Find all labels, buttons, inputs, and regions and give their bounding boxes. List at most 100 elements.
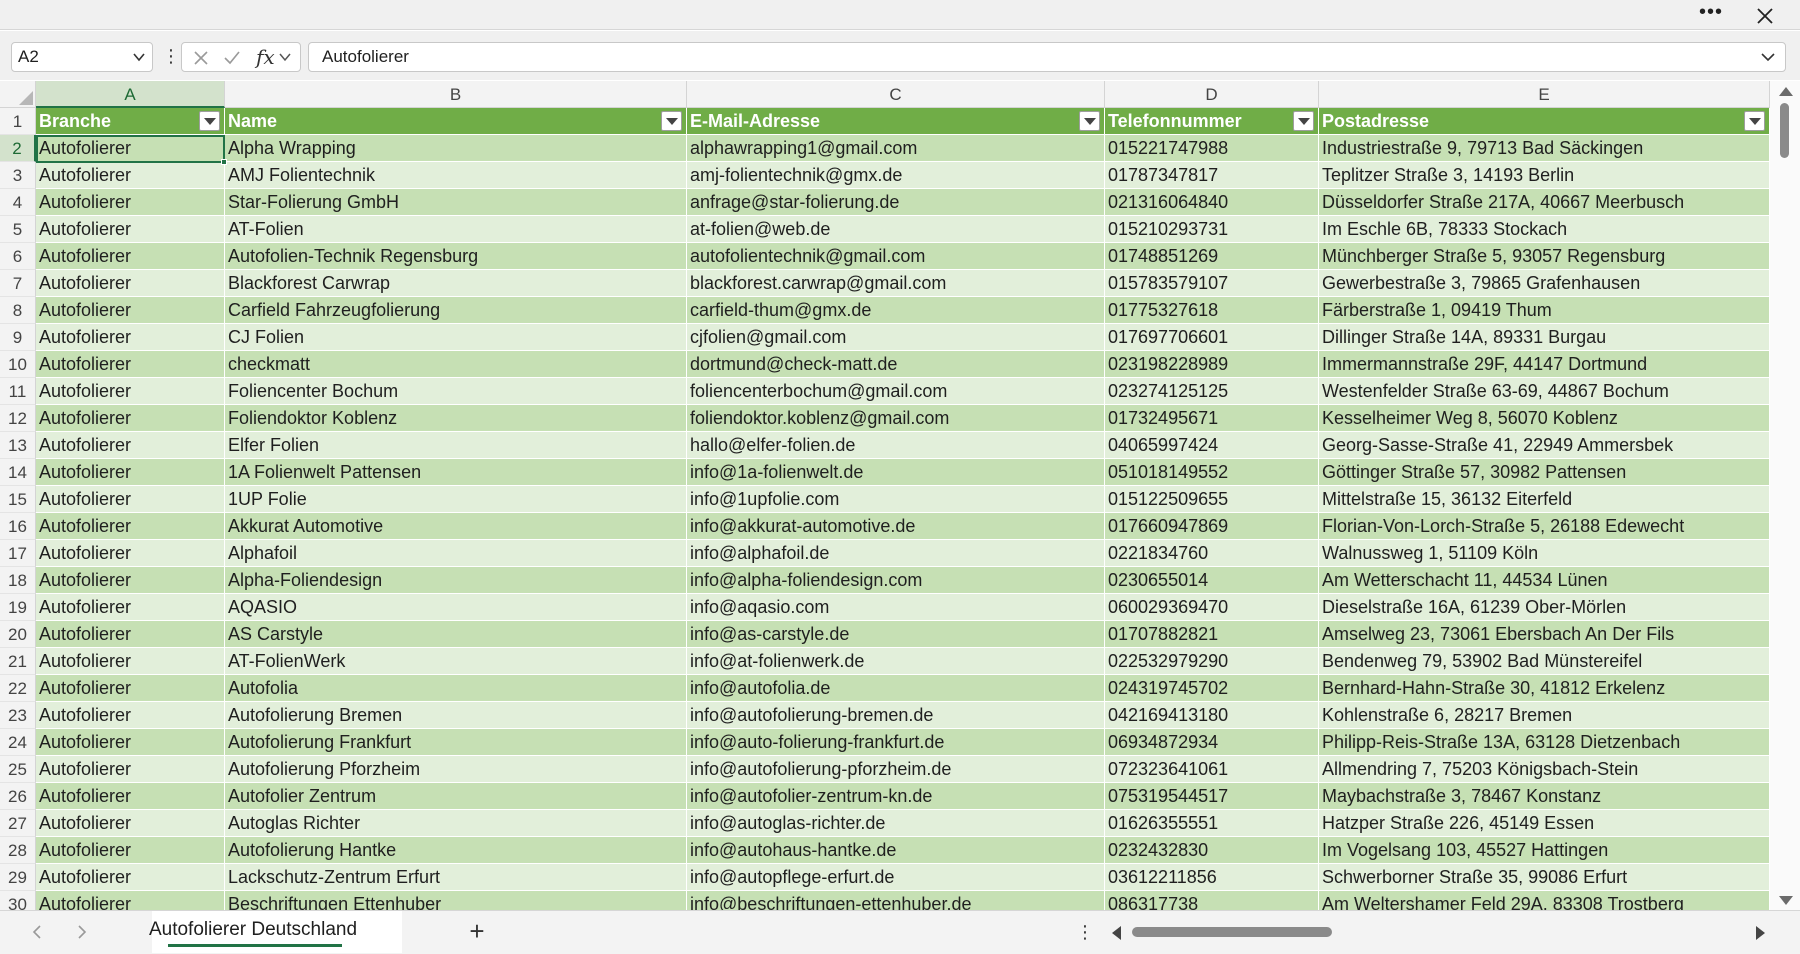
table-cell[interactable]: 06934872934	[1105, 729, 1319, 756]
table-cell[interactable]: amj-folientechnik@gmx.de	[687, 162, 1105, 189]
row-header[interactable]: 22	[0, 675, 36, 702]
table-cell[interactable]: 060029369470	[1105, 594, 1319, 621]
table-cell[interactable]: Allmendring 7, 75203 Königsbach-Stein	[1319, 756, 1770, 783]
table-cell[interactable]: Autofolierer	[36, 459, 225, 486]
table-cell[interactable]: hallo@elfer-folien.de	[687, 432, 1105, 459]
table-cell[interactable]: Autofolierer	[36, 864, 225, 891]
row-header[interactable]: 24	[0, 729, 36, 756]
table-cell[interactable]: info@autoglas-richter.de	[687, 810, 1105, 837]
column-header-e[interactable]: E	[1319, 81, 1770, 108]
table-cell[interactable]: Mittelstraße 15, 36132 Eiterfeld	[1319, 486, 1770, 513]
chevron-down-icon[interactable]	[278, 50, 292, 64]
row-header[interactable]: 7	[0, 270, 36, 297]
table-cell[interactable]: Autofolierer	[36, 432, 225, 459]
row-header[interactable]: 20	[0, 621, 36, 648]
table-cell[interactable]: Industriestraße 9, 79713 Bad Säckingen	[1319, 135, 1770, 162]
vertical-scrollbar[interactable]	[1770, 81, 1800, 910]
row-header[interactable]: 28	[0, 837, 36, 864]
formula-input[interactable]: Autofolierer	[308, 42, 1786, 72]
table-cell[interactable]: alphawrapping1@gmail.com	[687, 135, 1105, 162]
table-cell[interactable]: AT-FolienWerk	[225, 648, 687, 675]
column-header-d[interactable]: D	[1105, 81, 1319, 108]
table-cell[interactable]: info@autofolia.de	[687, 675, 1105, 702]
table-cell[interactable]: 042169413180	[1105, 702, 1319, 729]
scroll-down-icon[interactable]	[1779, 896, 1793, 905]
column-header-c[interactable]: C	[687, 81, 1105, 108]
table-cell[interactable]: Hatzper Straße 226, 45149 Essen	[1319, 810, 1770, 837]
table-cell[interactable]: Autofolierer	[36, 324, 225, 351]
row-header[interactable]: 25	[0, 756, 36, 783]
add-sheet-button[interactable]: +	[464, 918, 490, 945]
table-cell[interactable]: 017660947869	[1105, 513, 1319, 540]
table-cell[interactable]: Autofolierer	[36, 270, 225, 297]
table-cell[interactable]: anfrage@star-folierung.de	[687, 189, 1105, 216]
table-cell[interactable]: checkmatt	[225, 351, 687, 378]
row-header[interactable]: 13	[0, 432, 36, 459]
table-cell[interactable]: Walnussweg 1, 51109 Köln	[1319, 540, 1770, 567]
header-cell-name[interactable]: Name	[225, 108, 687, 135]
table-cell[interactable]: Foliencenter Bochum	[225, 378, 687, 405]
table-cell[interactable]: AMJ Folientechnik	[225, 162, 687, 189]
table-cell[interactable]: 04065997424	[1105, 432, 1319, 459]
row-header[interactable]: 12	[0, 405, 36, 432]
table-cell[interactable]: dortmund@check-matt.de	[687, 351, 1105, 378]
table-cell[interactable]: Autofolierer	[36, 243, 225, 270]
table-cell[interactable]: Autofolierer	[36, 702, 225, 729]
table-cell[interactable]: Westenfelder Straße 63-69, 44867 Bochum	[1319, 378, 1770, 405]
table-cell[interactable]: 024319745702	[1105, 675, 1319, 702]
table-cell[interactable]: 051018149552	[1105, 459, 1319, 486]
table-cell[interactable]: AS Carstyle	[225, 621, 687, 648]
table-cell[interactable]: Düsseldorfer Straße 217A, 40667 Meerbusc…	[1319, 189, 1770, 216]
row-header[interactable]: 15	[0, 486, 36, 513]
table-cell[interactable]: info@autofolierung-pforzheim.de	[687, 756, 1105, 783]
table-cell[interactable]: 1UP Folie	[225, 486, 687, 513]
table-cell[interactable]: 1A Folienwelt Pattensen	[225, 459, 687, 486]
row-header[interactable]: 23	[0, 702, 36, 729]
table-cell[interactable]: 015210293731	[1105, 216, 1319, 243]
table-cell[interactable]: info@alphafoil.de	[687, 540, 1105, 567]
table-cell[interactable]: 015122509655	[1105, 486, 1319, 513]
table-cell[interactable]: Autofolierer	[36, 756, 225, 783]
filter-dropdown-button[interactable]	[199, 111, 220, 131]
table-cell[interactable]: Teplitzer Straße 3, 14193 Berlin	[1319, 162, 1770, 189]
column-header-b[interactable]: B	[225, 81, 687, 108]
table-cell[interactable]: Dillinger Straße 14A, 89331 Burgau	[1319, 324, 1770, 351]
table-cell[interactable]: AQASIO	[225, 594, 687, 621]
table-cell[interactable]: info@autohaus-hantke.de	[687, 837, 1105, 864]
row-header[interactable]: 26	[0, 783, 36, 810]
table-cell[interactable]: Autofolierer	[36, 540, 225, 567]
name-box[interactable]: A2	[11, 42, 153, 72]
table-cell[interactable]: info@akkurat-automotive.de	[687, 513, 1105, 540]
select-all-corner[interactable]	[0, 81, 36, 108]
table-cell[interactable]: 01748851269	[1105, 243, 1319, 270]
table-cell[interactable]: 023198228989	[1105, 351, 1319, 378]
table-cell[interactable]: 023274125125	[1105, 378, 1319, 405]
table-cell[interactable]: Florian-Von-Lorch-Straße 5, 26188 Edewec…	[1319, 513, 1770, 540]
table-cell[interactable]: Immermannstraße 29F, 44147 Dortmund	[1319, 351, 1770, 378]
table-cell[interactable]: Philipp-Reis-Straße 13A, 63128 Dietzenba…	[1319, 729, 1770, 756]
table-cell[interactable]: info@autopflege-erfurt.de	[687, 864, 1105, 891]
table-cell[interactable]: 01626355551	[1105, 810, 1319, 837]
table-cell[interactable]: Akkurat Automotive	[225, 513, 687, 540]
table-cell[interactable]: 01787347817	[1105, 162, 1319, 189]
table-cell[interactable]: Autofolierer	[36, 729, 225, 756]
table-cell[interactable]: Autofolierer	[36, 594, 225, 621]
table-cell[interactable]: Gewerbestraße 3, 79865 Grafenhausen	[1319, 270, 1770, 297]
table-cell[interactable]: Autofolierer	[36, 783, 225, 810]
table-cell[interactable]: Georg-Sasse-Straße 41, 22949 Ammersbek	[1319, 432, 1770, 459]
table-cell[interactable]: Autofolierer	[36, 162, 225, 189]
table-cell[interactable]: info@at-folienwerk.de	[687, 648, 1105, 675]
more-icon[interactable]: •••	[1698, 2, 1724, 28]
table-cell[interactable]: 015221747988	[1105, 135, 1319, 162]
table-cell[interactable]: info@alpha-foliendesign.com	[687, 567, 1105, 594]
header-cell-email[interactable]: E-Mail-Adresse	[687, 108, 1105, 135]
table-cell[interactable]: carfield-thum@gmx.de	[687, 297, 1105, 324]
next-sheet-icon[interactable]	[72, 922, 92, 942]
scroll-up-icon[interactable]	[1779, 87, 1793, 96]
table-cell[interactable]: 0232432830	[1105, 837, 1319, 864]
table-cell[interactable]: cjfolien@gmail.com	[687, 324, 1105, 351]
formula-bar-options-icon[interactable]: ⋮	[162, 44, 180, 70]
table-cell[interactable]: Autofolierer	[36, 513, 225, 540]
table-cell[interactable]: Bendenweg 79, 53902 Bad Münstereifel	[1319, 648, 1770, 675]
table-cell[interactable]: 01732495671	[1105, 405, 1319, 432]
